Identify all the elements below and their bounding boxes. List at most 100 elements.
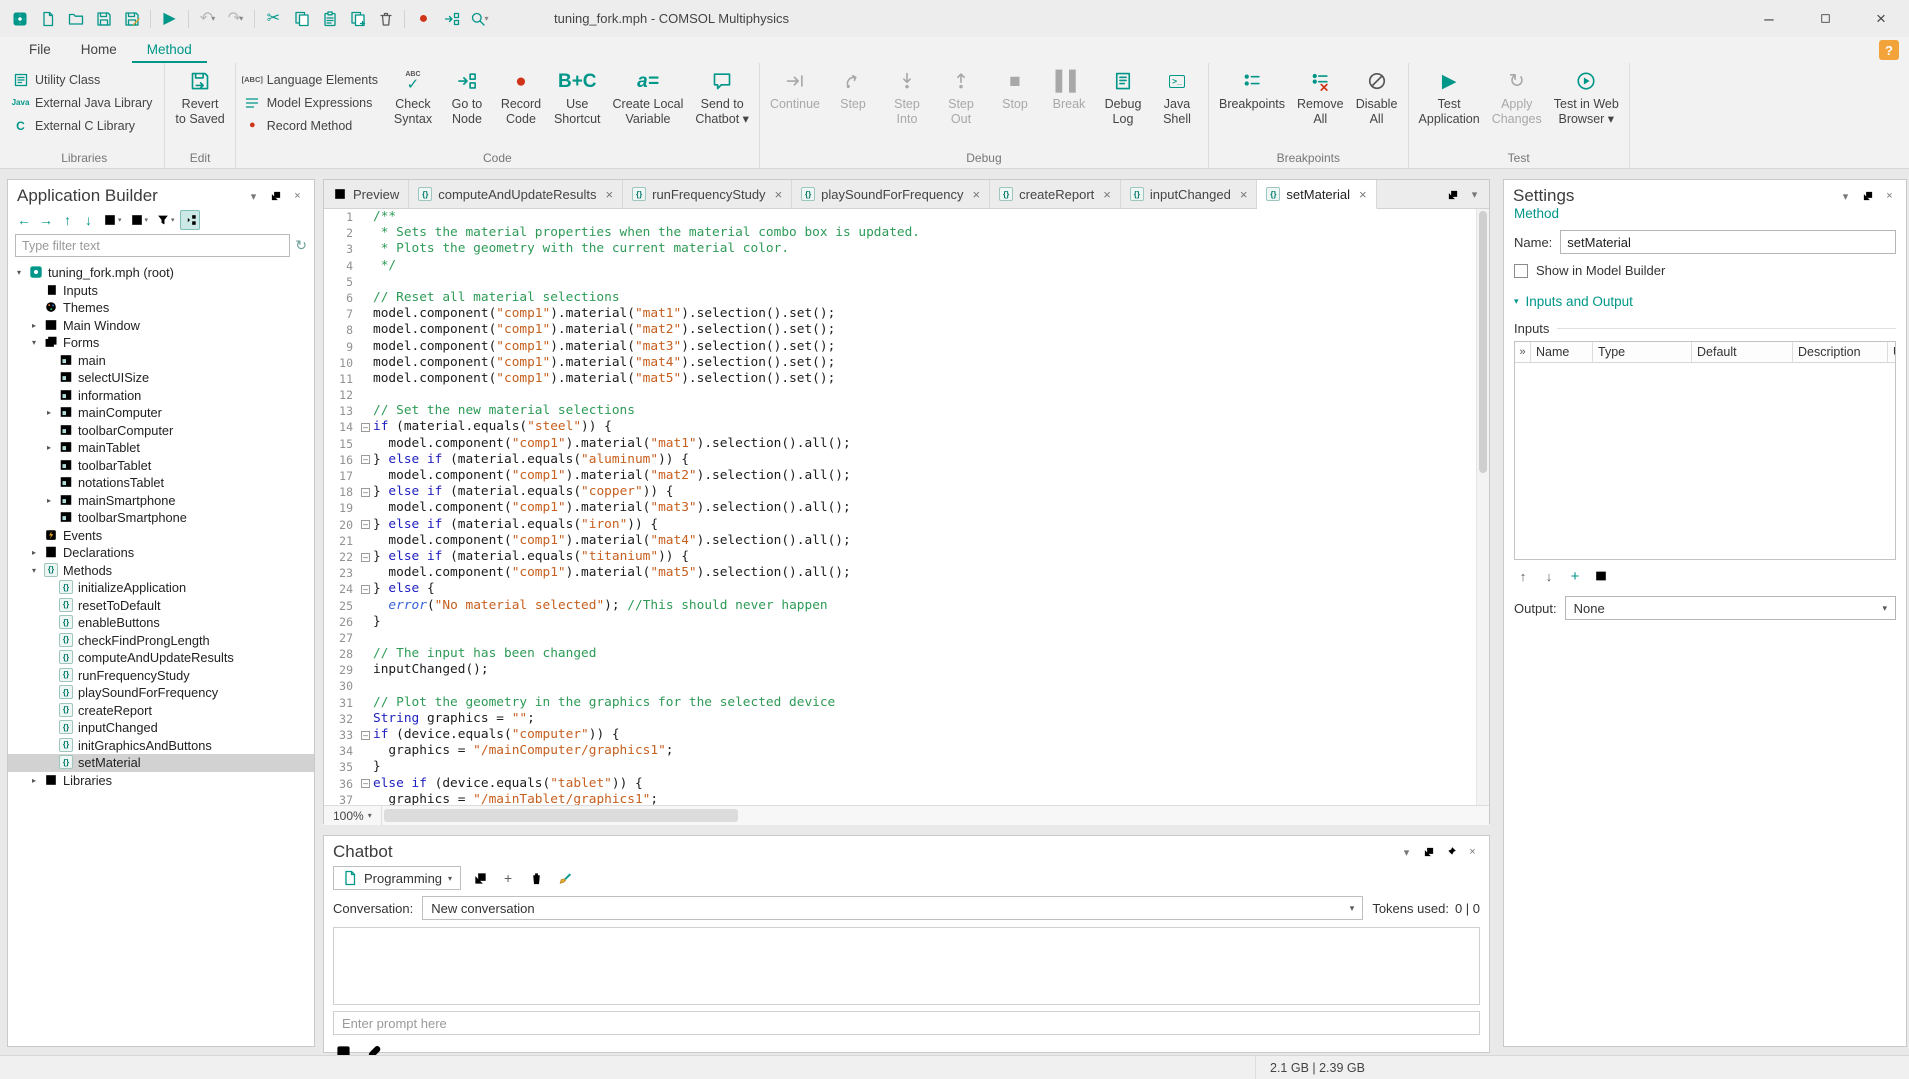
column-header-name[interactable]: Name [1531, 342, 1593, 362]
output-select[interactable]: None ▾ [1565, 596, 1896, 620]
paste-button[interactable] [316, 5, 343, 32]
conversation-select[interactable]: New conversation ▾ [422, 896, 1363, 920]
utility-class-button[interactable]: Utility Class [9, 70, 155, 89]
select-all-icon[interactable]: » [1515, 342, 1531, 362]
tree-item-toolbarcomputer[interactable]: toolbarComputer [8, 422, 314, 440]
fold-toggle-icon[interactable]: – [361, 585, 370, 594]
continue-button[interactable]: Continue [765, 65, 825, 112]
tree-item-methods[interactable]: ▾{}Methods [8, 562, 314, 580]
column-header-description[interactable]: Description [1793, 342, 1888, 362]
tree-item-main[interactable]: main [8, 352, 314, 370]
horizontal-scrollbar[interactable] [382, 806, 1489, 825]
tab-method[interactable]: Method [132, 39, 207, 63]
tree-expander-icon[interactable]: ▾ [13, 268, 25, 277]
move-up-button[interactable]: ↑ [58, 210, 77, 230]
editor-tab-list-icon[interactable]: ▾ [1467, 187, 1482, 202]
stop-button[interactable]: ■Stop [989, 65, 1041, 112]
fold-toggle-icon[interactable]: – [361, 731, 370, 740]
tree-item-mainsmartphone[interactable]: ▸mainSmartphone [8, 492, 314, 510]
model-tree-view-button[interactable]: ▾ [100, 210, 125, 230]
pin-panel-icon[interactable] [1443, 845, 1458, 860]
tree-expander-icon[interactable]: ▸ [43, 408, 55, 417]
close-tab-icon[interactable]: × [606, 187, 614, 202]
tree-item-inputs[interactable]: Inputs [8, 282, 314, 300]
tree-item-setmaterial[interactable]: {}setMaterial [8, 754, 314, 772]
edit-node-button[interactable] [1618, 567, 1636, 585]
close-tab-icon[interactable]: × [1240, 187, 1248, 202]
tree-item-resettodefault[interactable]: {}resetToDefault [8, 597, 314, 615]
fold-toggle-icon[interactable]: – [361, 488, 370, 497]
language-elements-button[interactable]: [ABC]Language Elements [241, 70, 381, 89]
close-panel-icon[interactable]: × [290, 189, 305, 204]
delete-button[interactable] [372, 5, 399, 32]
close-tab-icon[interactable]: × [1359, 187, 1367, 202]
move-down-button[interactable]: ↓ [79, 210, 98, 230]
duplicate-button[interactable] [344, 5, 371, 32]
tree-expander-icon[interactable]: ▾ [28, 566, 40, 575]
debug-log-button[interactable]: Debug Log [1097, 65, 1149, 127]
edit-table-button[interactable] [1592, 567, 1610, 585]
tree-item-events[interactable]: Events [8, 527, 314, 545]
code-editor[interactable]: 1/**2 * Sets the material properties whe… [324, 209, 1489, 805]
section-collapse-icon[interactable]: ▾ [1514, 296, 1519, 307]
tree-item-playsoundforfrequency[interactable]: {}playSoundForFrequency [8, 684, 314, 702]
step-out-button[interactable]: Step Out [935, 65, 987, 127]
tree-item-createreport[interactable]: {}createReport [8, 702, 314, 720]
external-java-library-button[interactable]: JavaExternal Java Library [9, 93, 155, 112]
run-application-button[interactable]: ▶ [156, 5, 183, 32]
find-button[interactable]: ▾ [466, 5, 493, 32]
editor-tab-preview[interactable]: Preview [324, 180, 409, 208]
tree-item-computeandupdateresults[interactable]: {}computeAndUpdateResults [8, 649, 314, 667]
view-columns-button[interactable]: ▾ [127, 210, 152, 230]
go-to-node-button[interactable] [438, 5, 465, 32]
tree-item-notationstablet[interactable]: notationsTablet [8, 474, 314, 492]
save-button[interactable] [90, 5, 117, 32]
tree-item-maincomputer[interactable]: ▸mainComputer [8, 404, 314, 422]
refresh-filter-button[interactable]: ↻ [295, 237, 307, 254]
tree-expander-icon[interactable]: ▸ [28, 321, 40, 330]
tree-item-selectuisize[interactable]: selectUISize [8, 369, 314, 387]
fold-toggle-icon[interactable]: – [361, 423, 370, 432]
tree-item-toolbarsmartphone[interactable]: toolbarSmartphone [8, 509, 314, 527]
close-panel-icon[interactable]: × [1882, 189, 1897, 204]
filter-input[interactable] [15, 234, 290, 257]
maximize-button[interactable] [1797, 0, 1853, 37]
break-button[interactable]: ▌▌Break [1043, 65, 1095, 112]
disable-all-button[interactable]: Disable All [1351, 65, 1403, 127]
fold-toggle-icon[interactable]: – [361, 455, 370, 464]
record-method-button[interactable]: ●Record Method [241, 116, 381, 135]
tree-expander-icon[interactable]: ▸ [43, 443, 55, 452]
send-to-chatbot-button[interactable]: Send to Chatbot ▾ [690, 65, 754, 127]
editor-tab-setmaterial[interactable]: {}setMaterial× [1257, 180, 1376, 209]
filter-view-button[interactable]: ▾ [153, 210, 178, 230]
inputs-table-body[interactable] [1515, 363, 1895, 559]
float-panel-icon[interactable] [268, 189, 283, 204]
clear-conversation-button[interactable] [554, 868, 574, 888]
show-in-model-builder-checkbox[interactable] [1514, 264, 1528, 278]
tree-item-toolbartablet[interactable]: toolbarTablet [8, 457, 314, 475]
highlight-node-button[interactable] [180, 210, 200, 230]
panel-menu-icon[interactable]: ▾ [246, 189, 261, 204]
column-header-default[interactable]: Default [1692, 342, 1793, 362]
tree-expander-icon[interactable]: ▸ [28, 548, 40, 557]
check-syntax-button[interactable]: ABC✓Check Syntax [387, 65, 439, 127]
close-button[interactable]: × [1853, 0, 1909, 37]
fold-toggle-icon[interactable]: – [361, 520, 370, 529]
tree-item-checkfindpronglength[interactable]: {}checkFindProngLength [8, 632, 314, 650]
fold-toggle-icon[interactable]: – [361, 779, 370, 788]
revert-to-saved-button[interactable]: Revert to Saved [170, 65, 229, 127]
name-field[interactable] [1560, 230, 1896, 254]
open-conversation-window-button[interactable] [470, 868, 490, 888]
tree-expander-icon[interactable]: ▾ [28, 338, 40, 347]
new-conversation-button[interactable]: + [498, 868, 518, 888]
test-application-button[interactable]: ▶Test Application [1414, 65, 1485, 127]
tab-file[interactable]: File [14, 39, 66, 63]
record-code-button[interactable]: ●Record Code [495, 65, 547, 127]
tree-expander-icon[interactable]: ▸ [28, 776, 40, 785]
back-button[interactable]: ← [14, 210, 34, 230]
undo-button[interactable]: ↶▾ [194, 5, 221, 32]
go-to-node-button[interactable]: Go to Node [441, 65, 493, 127]
tree-item-maintablet[interactable]: ▸mainTablet [8, 439, 314, 457]
editor-tab-inputchanged[interactable]: {}inputChanged× [1121, 180, 1258, 208]
step-into-button[interactable]: Step Into [881, 65, 933, 127]
